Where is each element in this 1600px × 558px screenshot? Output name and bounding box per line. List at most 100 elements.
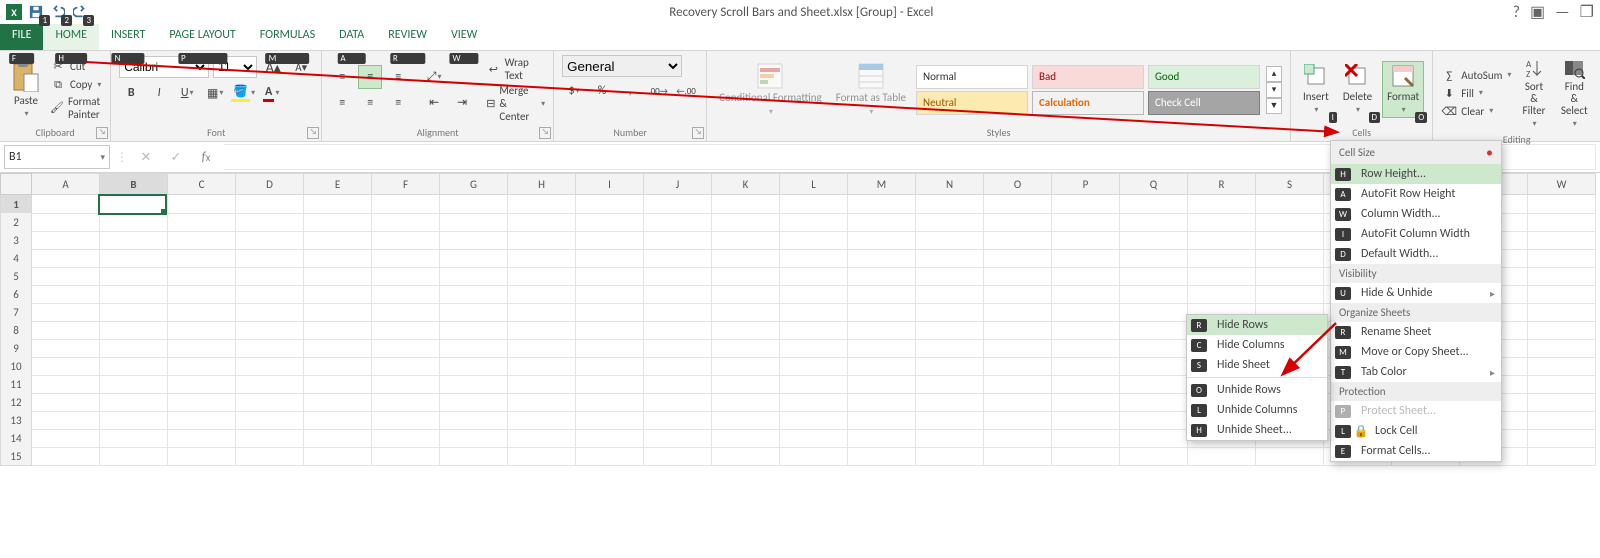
cell[interactable]: [916, 357, 984, 376]
gallery-more-icon[interactable]: ▼: [1266, 98, 1282, 114]
cell[interactable]: [372, 411, 440, 430]
cell[interactable]: [304, 303, 372, 322]
orientation-icon[interactable]: ⤢▾: [422, 65, 446, 89]
cell[interactable]: [508, 285, 576, 304]
cell[interactable]: [440, 249, 508, 268]
column-header[interactable]: R: [1188, 173, 1256, 195]
cell[interactable]: [32, 267, 100, 286]
cell[interactable]: [32, 285, 100, 304]
cell[interactable]: [1052, 321, 1120, 340]
row-header[interactable]: 14: [0, 429, 32, 448]
align-left-icon[interactable]: ≡: [330, 91, 354, 115]
cell[interactable]: [780, 231, 848, 250]
style-check-cell[interactable]: Check Cell: [1148, 91, 1260, 115]
cell[interactable]: [1528, 411, 1596, 430]
cell[interactable]: [1052, 267, 1120, 286]
cell[interactable]: [1120, 357, 1188, 376]
cell[interactable]: [712, 447, 780, 466]
row-header[interactable]: 11: [0, 375, 32, 394]
cell[interactable]: [236, 231, 304, 250]
column-header[interactable]: C: [168, 173, 236, 195]
cell[interactable]: [984, 249, 1052, 268]
cell[interactable]: [32, 393, 100, 412]
cell[interactable]: [712, 267, 780, 286]
cell[interactable]: [1052, 411, 1120, 430]
cell[interactable]: [780, 411, 848, 430]
qat-undo[interactable]: 2: [48, 2, 68, 22]
tab-page-layout[interactable]: PAGE LAYOUTP: [157, 24, 247, 50]
menu-hide-unhide[interactable]: UHide & Unhide▸: [1331, 283, 1501, 303]
row-header[interactable]: 15: [0, 447, 32, 466]
underline-button[interactable]: U▾: [175, 81, 199, 105]
cell[interactable]: [32, 303, 100, 322]
cell[interactable]: [168, 321, 236, 340]
cell[interactable]: [576, 357, 644, 376]
cell[interactable]: [1528, 231, 1596, 250]
cell[interactable]: [236, 411, 304, 430]
cell[interactable]: [100, 249, 168, 268]
cell[interactable]: [780, 393, 848, 412]
cell[interactable]: [1120, 429, 1188, 448]
cell[interactable]: [304, 213, 372, 232]
cell[interactable]: [916, 411, 984, 430]
cell[interactable]: [304, 195, 372, 214]
tab-review[interactable]: REVIEWR: [376, 24, 439, 50]
cell[interactable]: [100, 285, 168, 304]
row-header[interactable]: 5: [0, 267, 32, 286]
cell[interactable]: [168, 411, 236, 430]
cell[interactable]: [508, 195, 576, 214]
cell[interactable]: [984, 303, 1052, 322]
cell[interactable]: [1528, 213, 1596, 232]
column-header[interactable]: Q: [1120, 173, 1188, 195]
cell[interactable]: [236, 375, 304, 394]
cell[interactable]: [1528, 303, 1596, 322]
tab-insert[interactable]: INSERTN: [99, 24, 157, 50]
excel-app-icon[interactable]: X: [4, 2, 24, 22]
cell[interactable]: [32, 375, 100, 394]
cell[interactable]: [576, 411, 644, 430]
cell[interactable]: [1528, 447, 1596, 466]
cell[interactable]: [644, 357, 712, 376]
cell[interactable]: [236, 213, 304, 232]
tab-home[interactable]: HOMEH: [43, 24, 99, 50]
cell[interactable]: [644, 321, 712, 340]
cell[interactable]: [644, 285, 712, 304]
cell[interactable]: [440, 285, 508, 304]
cell[interactable]: [508, 447, 576, 466]
cell[interactable]: [984, 267, 1052, 286]
cell[interactable]: [100, 375, 168, 394]
cell[interactable]: [848, 285, 916, 304]
decrease-decimal-icon[interactable]: ←.00: [674, 79, 698, 103]
cell[interactable]: [644, 393, 712, 412]
cell[interactable]: [100, 357, 168, 376]
cell[interactable]: [644, 195, 712, 214]
increase-decimal-icon[interactable]: .00→: [646, 79, 670, 103]
column-header[interactable]: E: [304, 173, 372, 195]
column-header[interactable]: A: [32, 173, 100, 195]
cell[interactable]: [984, 321, 1052, 340]
cell[interactable]: [644, 303, 712, 322]
cell[interactable]: [848, 429, 916, 448]
conditional-formatting-button[interactable]: Conditional Formatting▾: [715, 60, 826, 118]
cell[interactable]: [32, 321, 100, 340]
cell[interactable]: [1120, 231, 1188, 250]
delete-cells-button[interactable]: Delete▾ D: [1339, 62, 1376, 117]
cell[interactable]: [32, 249, 100, 268]
gallery-down-icon[interactable]: ▾: [1266, 82, 1282, 98]
cell[interactable]: [916, 303, 984, 322]
row-header[interactable]: 3: [0, 231, 32, 250]
menu-column-width[interactable]: WColumn Width...: [1331, 204, 1501, 224]
cell[interactable]: [236, 393, 304, 412]
menu-hide-rows[interactable]: RHide Rows: [1187, 315, 1327, 335]
cell[interactable]: [984, 411, 1052, 430]
menu-tab-color[interactable]: TTab Color▸: [1331, 362, 1501, 382]
tab-file[interactable]: FILEF: [0, 24, 43, 50]
style-calculation[interactable]: Calculation: [1032, 91, 1144, 115]
cell[interactable]: [780, 357, 848, 376]
cell[interactable]: [100, 231, 168, 250]
cell[interactable]: [236, 285, 304, 304]
cell[interactable]: [440, 213, 508, 232]
cell[interactable]: [304, 375, 372, 394]
menu-unhide-columns[interactable]: LUnhide Columns: [1187, 400, 1327, 420]
cell[interactable]: [236, 303, 304, 322]
